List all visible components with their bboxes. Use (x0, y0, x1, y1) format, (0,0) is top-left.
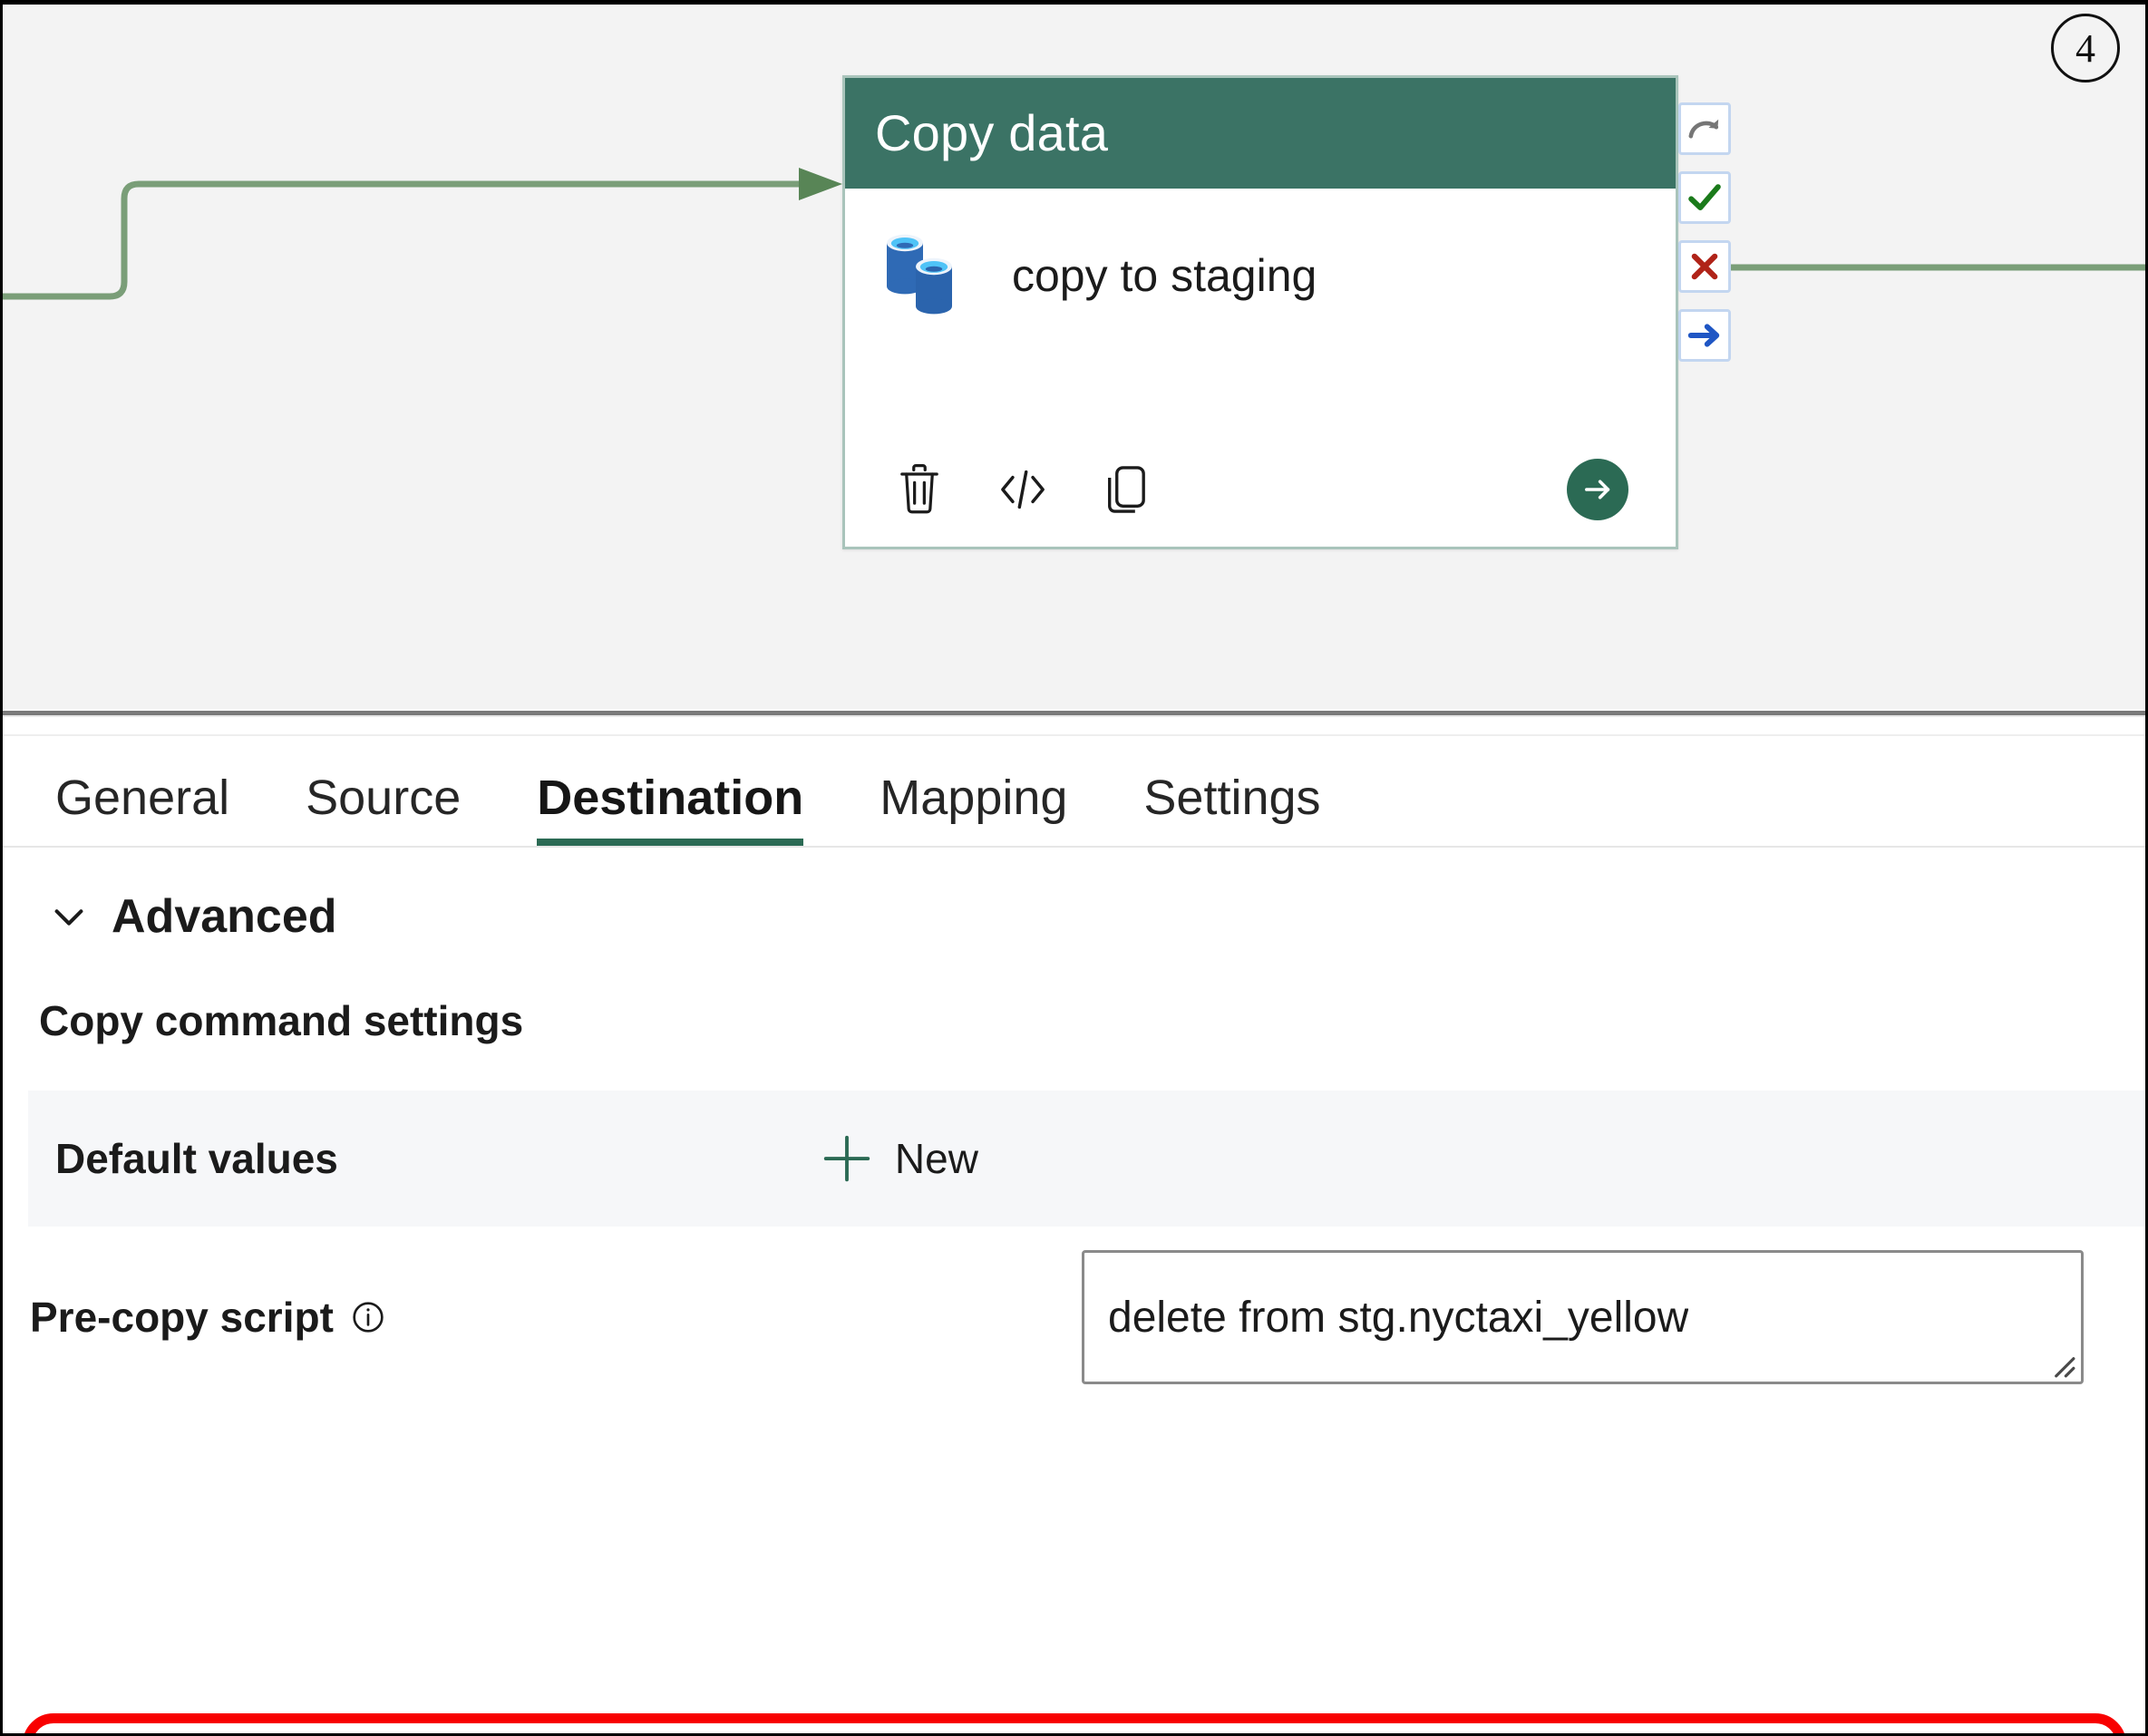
activity-type-title: Copy data (875, 104, 1109, 161)
settings-rows: Default values New Pre-copy script delet… (3, 1091, 2145, 1408)
copy-command-settings-heading: Copy command settings (39, 997, 524, 1044)
on-failure-connector[interactable] (1678, 240, 1731, 293)
activity-card-body: copy to staging (845, 189, 1676, 544)
default-values-label: Default values (55, 1135, 338, 1182)
add-default-value-label: New (894, 1135, 978, 1182)
advanced-section-label: Advanced (112, 890, 337, 943)
run-activity-button[interactable] (1567, 459, 1628, 520)
pre-copy-script-row: Pre-copy script delete from stg.nyctaxi_… (3, 1227, 2145, 1408)
activity-name-label: copy to staging (1012, 250, 1317, 301)
tab-destination[interactable]: Destination (537, 770, 804, 846)
screenshot-root: Copy data copy to staging 4 General Sour… (0, 0, 2148, 1736)
activity-card-header: Copy data (845, 78, 1676, 189)
properties-tab-bar: General Source Destination Mapping Setti… (3, 736, 2145, 848)
tab-general-label: General (55, 771, 230, 825)
panel-top-divider (3, 720, 2145, 736)
add-default-value-button[interactable]: New (819, 1130, 978, 1187)
view-code-button[interactable] (988, 455, 1057, 524)
delete-activity-button[interactable] (885, 455, 954, 524)
database-copy-icon (887, 234, 952, 315)
tab-source-label: Source (306, 771, 462, 825)
tab-destination-label: Destination (537, 771, 804, 825)
pre-copy-script-value: delete from stg.nyctaxi_yellow (1108, 1293, 1689, 1342)
textarea-resize-grip[interactable] (2045, 1347, 2075, 1378)
on-skip-connector[interactable] (1678, 102, 1731, 155)
outgoing-connector-edge (1716, 264, 2145, 271)
on-completion-connector[interactable] (1678, 309, 1731, 362)
panel-splitter[interactable] (3, 709, 2145, 717)
pre-copy-script-label-text: Pre-copy script (30, 1294, 334, 1341)
pre-copy-script-label: Pre-copy script (30, 1293, 386, 1342)
copy-data-activity-card[interactable]: Copy data copy to staging (842, 75, 1678, 549)
pre-copy-script-input[interactable]: delete from stg.nyctaxi_yellow (1082, 1250, 2084, 1384)
pipeline-canvas[interactable]: Copy data copy to staging 4 (3, 5, 2145, 709)
step-number: 4 (2075, 25, 2095, 71)
incoming-connector-edge (3, 168, 842, 300)
activity-properties-panel: General Source Destination Mapping Setti… (3, 720, 2145, 1733)
tab-source[interactable]: Source (306, 770, 461, 846)
chevron-down-icon (54, 909, 83, 926)
tab-settings-label: Settings (1143, 771, 1321, 825)
plus-icon (823, 1135, 870, 1182)
default-values-row: Default values New (28, 1091, 2145, 1227)
info-icon[interactable] (350, 1299, 386, 1335)
advanced-section-toggle[interactable]: Advanced (3, 848, 2145, 944)
duplicate-activity-button[interactable] (1092, 455, 1161, 524)
activity-action-bar (845, 455, 1676, 524)
tab-settings[interactable]: Settings (1143, 770, 1320, 846)
tab-mapping-label: Mapping (880, 771, 1068, 825)
tab-mapping[interactable]: Mapping (880, 770, 1067, 846)
on-success-connector[interactable] (1678, 171, 1731, 224)
step-number-badge: 4 (2051, 14, 2120, 82)
annotation-highlight-box (23, 1713, 2126, 1733)
tab-general[interactable]: General (55, 770, 229, 846)
